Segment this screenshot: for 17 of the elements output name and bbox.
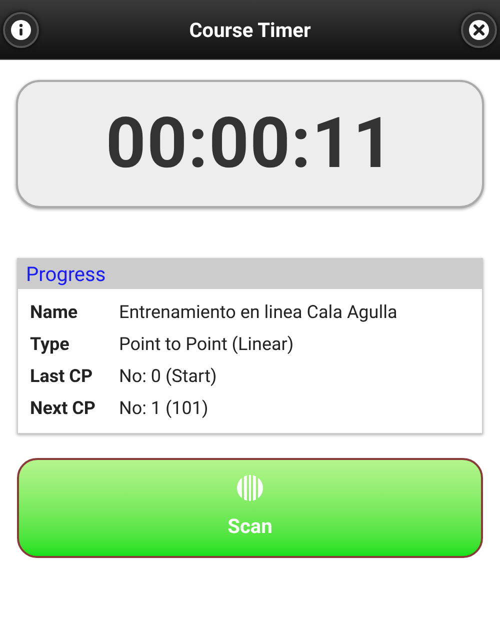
field-label: Next CP <box>30 397 97 421</box>
field-value: Entrenamiento en linea Cala Agulla <box>119 301 398 325</box>
close-icon <box>469 20 489 40</box>
window-title: Course Timer <box>189 16 311 44</box>
barcode-icon <box>237 475 263 501</box>
field-value: No: 0 (Start) <box>119 365 217 389</box>
scan-button[interactable]: Scan <box>17 458 483 558</box>
info-button[interactable] <box>3 12 39 48</box>
field-label: Name <box>30 301 79 325</box>
field-value: No: 1 (101) <box>119 397 208 421</box>
close-button[interactable] <box>461 12 497 48</box>
panel-title: Progress <box>26 261 106 288</box>
info-icon <box>11 20 31 40</box>
timer-display: 00:00:11 <box>16 80 484 208</box>
field-label: Type <box>30 333 70 357</box>
field-label: Last CP <box>30 365 94 389</box>
field-value: Point to Point (Linear) <box>119 333 294 357</box>
